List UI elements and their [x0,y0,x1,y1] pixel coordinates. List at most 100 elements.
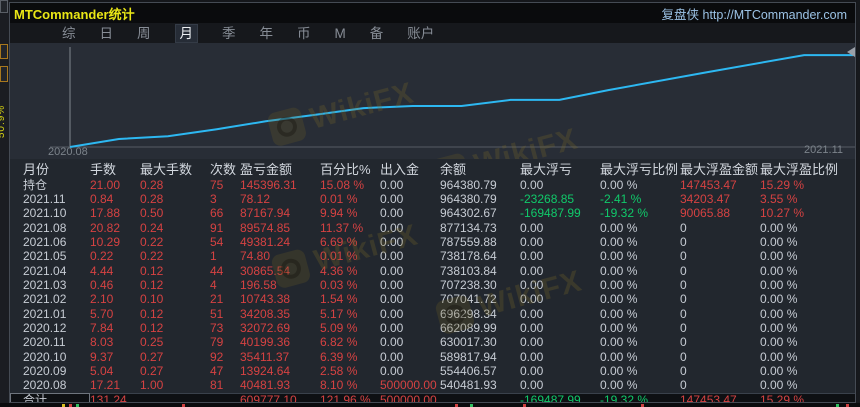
menu-item-bei[interactable]: 备 [370,25,384,42]
table-cell: 49381.24 [240,235,291,250]
table-cell: 0.00 [380,235,404,250]
table-cell: 0.00 [520,307,544,321]
table-cell: 2021.04 [23,264,67,278]
table-cell: 0.00 % [600,278,638,293]
table-cell: 0.00 % [760,307,798,321]
table-cell: 0.00 [520,350,544,364]
equity-curve [69,54,853,148]
table-cell: 0.00 [380,264,404,278]
menu-item-zhanghu[interactable]: 账户 [407,25,434,42]
table-cell: -2.41 % [600,192,642,207]
table-cell: 0.00 % [600,335,638,350]
table-cell: 2020.12 [23,321,67,336]
table-cell: 0.00 [520,292,544,307]
table-cell: 2020.11 [23,335,66,350]
x-axis-label-start: 2020.08 [48,146,88,158]
menu-item-bi[interactable]: 币 [297,25,311,42]
table-row[interactable]: 2020.12 7.84 0.12 73 32072.69 5.09 % 0.00 66208… [10,321,855,335]
table-cell: 121.96 % [320,392,380,402]
table-cell: 964380.79 [440,178,497,192]
menu-item-zong[interactable]: 综 [62,25,76,42]
x-axis-label-end: 2021.11 [804,144,843,156]
table-row[interactable]: 2020.09 5.04 0.27 47 13924.64 2.58 % 0.00 55440… [10,364,855,378]
table-cell: 0 [680,278,687,293]
table-cell: 15.29 % [760,178,805,192]
menu-item-nian[interactable]: 年 [260,25,274,42]
menu-item-ri[interactable]: 日 [100,25,114,42]
table-row[interactable]: 持仓 21.00 0.28 75 145396.31 15.08 % 0.00 964380.… [10,178,855,192]
table-cell: 2.10 [90,292,114,307]
table-cell: 0.00 % [600,249,638,264]
title-bar: MTCommander统计 复盘侠 http://MTCommander.com [10,3,855,23]
table-cell: 6.69 % [320,235,358,250]
table-cell: 21.00 [90,178,121,192]
background-percent-label: 50.9% [0,104,8,139]
table-cell: 0 [680,264,687,278]
table-cell: 0.00 % [600,307,638,321]
table-cell: 0.50 [140,206,164,221]
table-cell: 131.24 [90,392,140,402]
table-cell: 2021.03 [23,278,67,293]
table-cell: 92 [210,350,224,364]
window-title: MTCommander统计 [14,6,135,22]
table-cell: 0 [680,321,687,336]
table-cell: 0.00 % [600,350,638,364]
table-cell: -169487.99 [520,206,581,221]
table-cell: 0.00 % [760,364,798,379]
menu-item-zhou[interactable]: 周 [137,25,151,42]
table-row[interactable]: 2021.11 0.84 0.28 3 78.12 0.01 % 0.00 964380.79… [10,192,855,206]
table-cell: 0 [680,350,687,364]
table-cell: -23268.85 [520,192,575,207]
table-row[interactable]: 2021.10 17.88 0.50 66 87167.94 9.94 % 0.00 9643… [10,207,855,221]
table-cell: 0.12 [140,264,164,278]
table-row[interactable]: 2021.02 2.10 0.10 21 10743.38 1.54 % 0.00 70704… [10,293,855,307]
table-cell: 0.22 [90,249,114,264]
table-cell: 0.00 [520,178,544,192]
table-cell: 1.00 [140,378,164,393]
table-cell: 662089.99 [440,321,497,336]
table-cell: 0.00 % [600,221,638,235]
table-cell: 30865.54 [240,264,291,278]
menu-item-m[interactable]: M [335,25,346,42]
table-cell [140,392,210,402]
table-cell: 34208.35 [240,307,291,321]
table-cell: 738178.64 [440,249,497,264]
table-cell: 2020.08 [23,378,67,393]
column-header: 最大浮盈金额 [680,162,759,177]
table-cell: 0.00 % [760,350,798,364]
table-row[interactable]: 2020.10 9.37 0.27 92 35411.37 6.39 % 0.00 58981… [10,350,855,364]
total-row[interactable]: 合计 131.24 609777.10 121.96 % 500000.00 -16948… [10,392,855,402]
table-cell: 32072.69 [240,321,291,336]
table-cell: 6.82 % [320,335,358,350]
table-cell: 0.00 % [760,278,798,293]
table-row[interactable]: 2021.05 0.22 0.22 1 74.80 0.01 % 0.00 738178.64… [10,250,855,264]
table-cell: 0.12 [140,321,164,336]
table-cell: 589817.94 [440,350,497,364]
table-cell: 0.27 [140,350,164,364]
table-cell: 0.00 % [760,378,798,393]
table-cell: 10.27 % [760,206,805,221]
table-row[interactable]: 2021.03 0.46 0.12 4 196.58 0.03 % 0.00 707238.3… [10,278,855,292]
table-cell: 15.08 % [320,178,365,192]
table-cell: 9.37 [90,350,114,364]
table-row[interactable]: 2020.11 8.03 0.25 79 40199.36 6.82 % 0.00 63001… [10,336,855,350]
table-cell: 0.00 [380,307,404,321]
collapse-arrow-icon[interactable] [847,47,855,57]
table-cell: 0 [680,221,687,235]
table-row[interactable]: 2021.04 4.44 0.12 44 30865.54 4.36 % 0.00 73810… [10,264,855,278]
table-cell: 0.00 [380,321,404,336]
brand-link[interactable]: 复盘侠 http://MTCommander.com [662,4,847,23]
table-cell: 0 [680,307,687,321]
table-row[interactable]: 2020.08 17.21 1.00 81 40481.93 8.10 % 500000.0… [10,379,855,393]
menu-item-yue[interactable]: 月 [174,23,198,43]
table-cell: 89574.85 [240,221,291,235]
table-cell: 0.00 % [760,292,798,307]
table-row[interactable]: 2021.06 10.29 0.22 54 49381.24 6.69 % 0.00 7875… [10,235,855,249]
table-row[interactable]: 2021.08 20.82 0.24 91 89574.85 11.37 % 0.00 877… [10,221,855,235]
menu-item-ji[interactable]: 季 [222,25,236,42]
table-cell: 44 [210,264,224,278]
table-cell: 2021.11 [23,192,66,207]
table-row[interactable]: 2021.01 5.70 0.12 51 34208.35 5.17 % 0.00 69629… [10,307,855,321]
table-cell: 0.00 % [600,178,638,192]
table-cell: 0.12 [140,278,164,293]
